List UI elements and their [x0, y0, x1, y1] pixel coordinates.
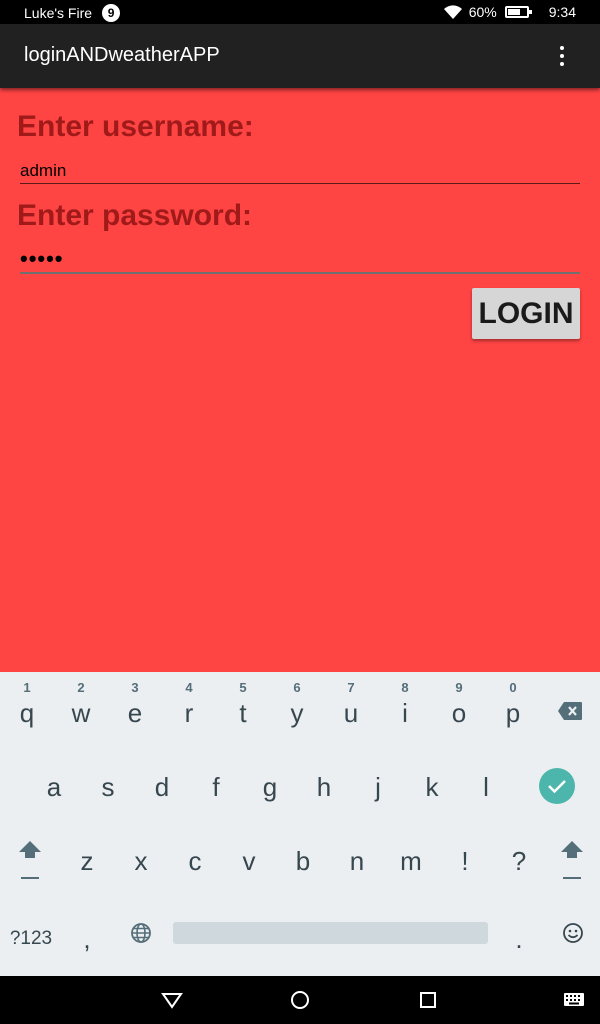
emoji-icon[interactable] [546, 898, 600, 968]
back-icon[interactable] [160, 988, 184, 1012]
key-q[interactable]: 1q [0, 672, 54, 742]
status-right: 60% 9:34 [443, 4, 576, 20]
password-input[interactable] [20, 246, 580, 274]
key-u[interactable]: 7u [324, 672, 378, 742]
key-f[interactable]: f [189, 752, 243, 822]
password-label: Enter password: [17, 199, 253, 232]
key-y[interactable]: 6y [270, 672, 324, 742]
app-bar: loginANDweatherAPP [0, 24, 600, 88]
key-s[interactable]: s [81, 752, 135, 822]
key-l[interactable]: l [459, 752, 513, 822]
key-o[interactable]: 9o [432, 672, 486, 742]
recents-icon[interactable] [416, 988, 440, 1012]
key-comma[interactable]: , [60, 898, 114, 968]
key-period[interactable]: . [492, 898, 546, 968]
battery-percent: 60% [468, 4, 497, 20]
notification-count-badge: 9 [102, 4, 121, 22]
username-input[interactable] [20, 158, 580, 184]
soft-keyboard: 1q 2w 3e 4r 5t 6y 7u 8i 9o 0p a s d f g … [0, 672, 600, 976]
login-button[interactable]: LOGIN [472, 288, 580, 339]
space-bar[interactable] [173, 922, 488, 944]
key-n[interactable]: n [330, 826, 384, 896]
status-left: Luke's Fire 9 [24, 4, 121, 22]
backspace-icon[interactable] [543, 676, 597, 746]
battery-icon [504, 6, 532, 18]
app-title: loginANDweatherAPP [24, 44, 220, 66]
menu-dot [560, 62, 564, 66]
key-x[interactable]: x [114, 826, 168, 896]
keyboard-switch-icon[interactable] [562, 988, 586, 1012]
key-j[interactable]: j [351, 752, 405, 822]
login-form: Enter username: Enter password: LOGIN [0, 88, 600, 672]
clock: 9:34 [548, 4, 576, 20]
status-bar: Luke's Fire 9 60% 9:34 [0, 0, 600, 24]
menu-dot [560, 46, 564, 50]
key-h[interactable]: h [297, 752, 351, 822]
key-r[interactable]: 4r [162, 672, 216, 742]
key-m[interactable]: m [384, 826, 438, 896]
wifi-icon [443, 5, 462, 19]
key-d[interactable]: d [135, 752, 189, 822]
key-question[interactable]: ? [492, 826, 546, 896]
key-c[interactable]: c [168, 826, 222, 896]
key-t[interactable]: 5t [216, 672, 270, 742]
overflow-menu-icon[interactable] [550, 44, 574, 68]
key-k[interactable]: k [405, 752, 459, 822]
key-e[interactable]: 3e [108, 672, 162, 742]
key-b[interactable]: b [276, 826, 330, 896]
key-p[interactable]: 0p [486, 672, 540, 742]
shift-icon[interactable] [3, 826, 57, 896]
key-v[interactable]: v [222, 826, 276, 896]
username-label: Enter username: [17, 110, 254, 143]
menu-dot [560, 54, 564, 58]
key-z[interactable]: z [60, 826, 114, 896]
carrier-name: Luke's Fire [24, 5, 93, 21]
key-i[interactable]: 8i [378, 672, 432, 742]
navigation-bar [0, 976, 600, 1024]
home-icon[interactable] [288, 988, 312, 1012]
shift-icon[interactable] [545, 826, 599, 896]
key-exclamation[interactable]: ! [438, 826, 492, 896]
globe-icon[interactable] [114, 898, 168, 968]
key-a[interactable]: a [27, 752, 81, 822]
key-g[interactable]: g [243, 752, 297, 822]
battery-fill [507, 9, 520, 15]
enter-check-icon[interactable] [539, 768, 575, 804]
key-w[interactable]: 2w [54, 672, 108, 742]
symbols-key[interactable]: ?123 [4, 898, 58, 968]
